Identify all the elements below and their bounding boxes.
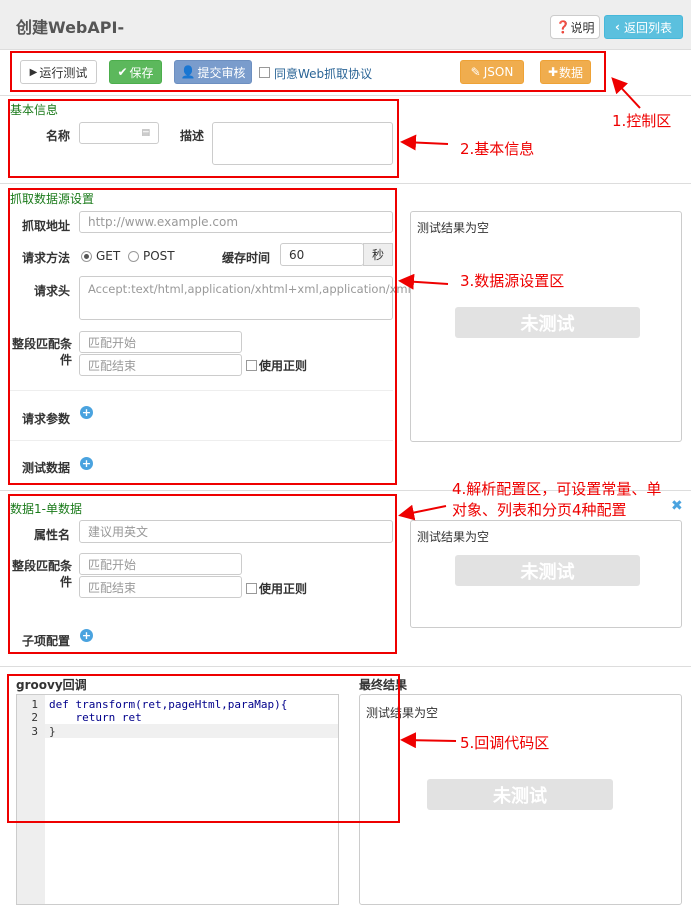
source-untested-badge: 未测试 <box>455 307 640 338</box>
page-title: 创建WebAPI- <box>16 18 125 37</box>
divider <box>0 95 691 96</box>
parse-untested-badge: 未测试 <box>455 555 640 586</box>
annotation-parse-line2: 对象、列表和分页4种配置 <box>452 501 627 519</box>
annotation-box-basic <box>8 99 399 178</box>
annotation-box-source <box>8 188 397 485</box>
help-button[interactable]: ❓ 说明 <box>550 15 600 39</box>
parse-result-text: 测试结果为空 <box>417 530 490 544</box>
annotation-control: 1.控制区 <box>612 112 672 130</box>
annotation-parse-line1: 4.解析配置区，可设置常量、单 <box>452 480 662 498</box>
back-to-list-button[interactable]: ‹ 返回列表 <box>604 15 683 39</box>
chevron-left-icon: ‹ <box>615 20 620 34</box>
annotation-box-callback <box>7 674 400 823</box>
annotation-box-parse <box>8 494 397 654</box>
annotation-source: 3.数据源设置区 <box>460 272 565 290</box>
final-untested-badge: 未测试 <box>427 779 613 810</box>
question-icon: ❓ <box>555 20 571 34</box>
divider <box>0 666 691 667</box>
annotation-box-control <box>10 51 606 92</box>
divider <box>0 183 691 184</box>
annotation-callback: 5.回调代码区 <box>460 734 550 752</box>
close-icon[interactable]: ✖ <box>671 498 683 514</box>
source-result-text: 测试结果为空 <box>417 221 490 235</box>
annotation-basic: 2.基本信息 <box>460 140 535 158</box>
